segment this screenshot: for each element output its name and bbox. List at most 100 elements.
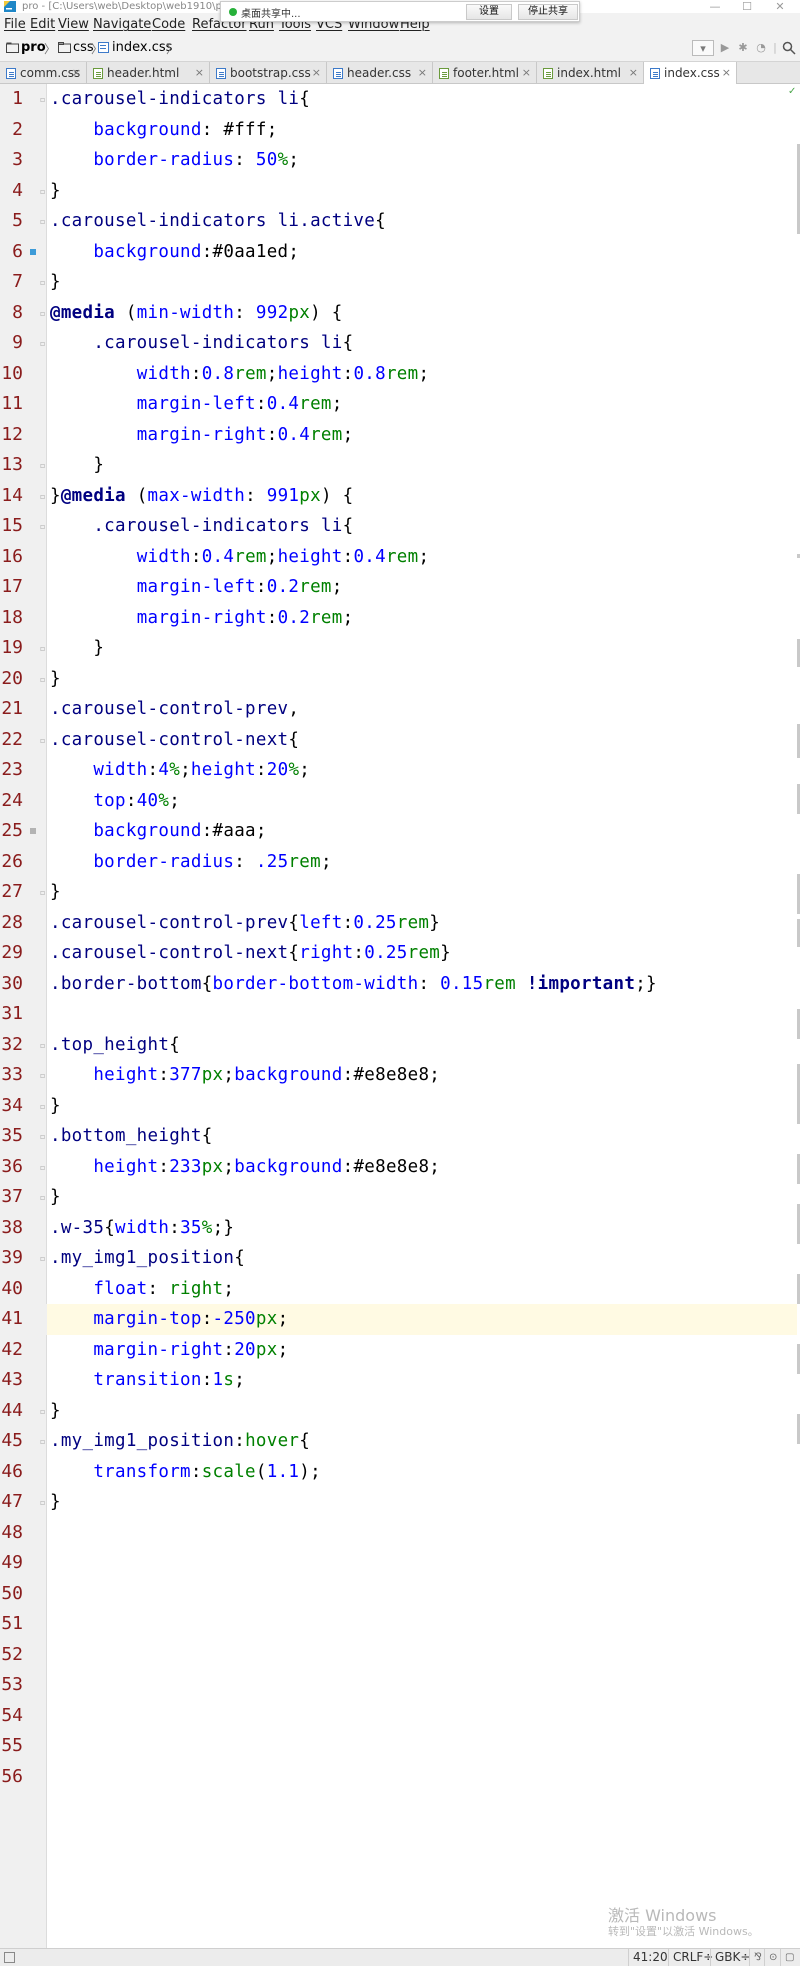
file-encoding-indicator[interactable]: GBK÷ (710, 1949, 750, 1966)
fold-marker-icon[interactable]: ▫ (40, 1102, 45, 1111)
line-number-cell[interactable]: 55 (0, 1731, 47, 1762)
code-line[interactable]: 33 ▫ height:377px;background:#e8e8e8; (0, 1060, 797, 1091)
line-number-cell[interactable]: 19 ▫ (0, 633, 47, 664)
menu-view[interactable]: View (58, 17, 89, 33)
code-line[interactable]: 32 ▫ .top_height{ (0, 1030, 797, 1061)
code-line[interactable]: 14 ▫}@media (max-width: 991px) { (0, 481, 797, 512)
code-line[interactable]: 22 ▫ .carousel-control-next{ (0, 725, 797, 756)
line-number-cell[interactable]: 14 ▫ (0, 481, 47, 512)
code-line[interactable]: 3 border-radius: 50%; (0, 145, 797, 176)
line-number-cell[interactable]: 25 (0, 816, 47, 847)
code-line[interactable]: 48 (0, 1518, 797, 1549)
gutter-marker-icon[interactable] (30, 248, 36, 255)
code-line[interactable]: 50 (0, 1579, 797, 1610)
code-line[interactable]: 45 ▫ .my_img1_position:hover{ (0, 1426, 797, 1457)
line-number-cell[interactable]: 38 (0, 1213, 47, 1244)
code-line[interactable]: 6 background:#0aa1ed; (0, 237, 797, 268)
code-line[interactable]: 4 ▫} (0, 176, 797, 207)
readonly-lock-icon[interactable]: ⅋ (749, 1949, 762, 1966)
code-line[interactable]: 19 ▫ } (0, 633, 797, 664)
share-settings-button[interactable]: 设置 (466, 4, 512, 20)
tab-close-icon[interactable]: × (522, 62, 531, 84)
fold-marker-icon[interactable]: ▫ (40, 1163, 45, 1172)
line-number-cell[interactable]: 34 ▫ (0, 1091, 47, 1122)
line-separator-indicator[interactable]: CRLF÷ (668, 1949, 713, 1966)
code-line[interactable]: 52 (0, 1640, 797, 1671)
fold-marker-icon[interactable]: ▫ (40, 736, 45, 745)
code-line[interactable]: 15 ▫ .carousel-indicators li{ (0, 511, 797, 542)
code-line[interactable]: 8 ▫ @media (min-width: 992px) { (0, 298, 797, 329)
line-number-cell[interactable]: 6 (0, 237, 47, 268)
code-editor[interactable]: 1 ▫ .carousel-indicators li{2 background: … (0, 84, 800, 1948)
line-number-cell[interactable]: 13 ▫ (0, 450, 47, 481)
code-line[interactable]: 26 border-radius: .25rem; (0, 847, 797, 878)
code-line[interactable]: 27 ▫} (0, 877, 797, 908)
code-line[interactable]: 13 ▫ } (0, 450, 797, 481)
code-line[interactable]: 12 margin-right:0.4rem; (0, 420, 797, 451)
breadcrumb-file[interactable]: index.css (112, 40, 172, 56)
line-number-cell[interactable]: 15 ▫ (0, 511, 47, 542)
run-config-dropdown[interactable]: ▾ (692, 40, 714, 56)
code-line[interactable]: 51 (0, 1609, 797, 1640)
fold-marker-icon[interactable]: ▫ (40, 645, 45, 653)
code-line[interactable]: 55 (0, 1731, 797, 1762)
fold-marker-icon[interactable]: ▫ (40, 1041, 45, 1050)
line-number-cell[interactable]: 40 (0, 1274, 47, 1305)
inspector-icon[interactable]: ⊙ (764, 1949, 777, 1966)
menu-navigate[interactable]: Navigate (93, 17, 151, 33)
menu-file[interactable]: File (4, 17, 26, 33)
line-number-cell[interactable]: 11 (0, 389, 47, 420)
line-number-cell[interactable]: 44 ▫ (0, 1396, 47, 1427)
code-line[interactable]: 54 (0, 1701, 797, 1732)
line-number-cell[interactable]: 54 (0, 1701, 47, 1732)
close-window-button[interactable]: ✕ (765, 0, 795, 13)
event-log-icon[interactable]: ▢ (780, 1949, 794, 1966)
fold-marker-icon[interactable]: ▫ (40, 218, 45, 226)
fold-marker-icon[interactable]: ▫ (40, 1255, 45, 1263)
line-number-cell[interactable]: 39 ▫ (0, 1243, 47, 1274)
code-line[interactable]: 44 ▫} (0, 1396, 797, 1427)
code-line[interactable]: 25 background:#aaa; (0, 816, 797, 847)
line-number-cell[interactable]: 16 (0, 542, 47, 573)
tab-close-icon[interactable]: × (312, 62, 321, 84)
line-number-cell[interactable]: 30 (0, 969, 47, 1000)
fold-marker-icon[interactable]: ▫ (40, 309, 45, 318)
fold-marker-icon[interactable]: ▫ (40, 340, 45, 348)
line-number-cell[interactable]: 17 (0, 572, 47, 603)
line-number-cell[interactable]: 9 ▫ (0, 328, 47, 359)
stop-sharing-button[interactable]: 停止共享 (518, 4, 578, 20)
line-number-cell[interactable]: 51 (0, 1609, 47, 1640)
line-number-cell[interactable]: 24 (0, 786, 47, 817)
code-line[interactable]: 18 margin-right:0.2rem; (0, 603, 797, 634)
tab-footer-html[interactable]: footer.html × (433, 62, 537, 84)
line-number-cell[interactable]: 18 (0, 603, 47, 634)
fold-marker-icon[interactable]: ▫ (40, 279, 45, 287)
tool-windows-icon[interactable] (4, 1952, 15, 1963)
line-number-cell[interactable]: 8 ▫ (0, 298, 47, 329)
tab-close-icon[interactable]: × (195, 62, 204, 84)
code-line[interactable]: 39 ▫ .my_img1_position{ (0, 1243, 797, 1274)
line-number-cell[interactable]: 53 (0, 1670, 47, 1701)
code-line[interactable]: 35 ▫ .bottom_height{ (0, 1121, 797, 1152)
line-number-cell[interactable]: 3 (0, 145, 47, 176)
menu-code[interactable]: Code (152, 17, 185, 33)
line-number-cell[interactable]: 22 ▫ (0, 725, 47, 756)
line-number-cell[interactable]: 56 (0, 1762, 47, 1793)
line-number-cell[interactable]: 28 (0, 908, 47, 939)
fold-marker-icon[interactable]: ▫ (40, 492, 45, 501)
fold-marker-icon[interactable]: ▫ (40, 1438, 45, 1446)
code-line[interactable]: 47 ▫} (0, 1487, 797, 1518)
code-line[interactable]: 36 ▫ height:233px;background:#e8e8e8; (0, 1152, 797, 1183)
code-line[interactable]: 16 width:0.4rem;height:0.4rem; (0, 542, 797, 573)
line-number-cell[interactable]: 45 ▫ (0, 1426, 47, 1457)
fold-marker-icon[interactable]: ▫ (40, 1194, 45, 1202)
code-line[interactable]: 43 transition:1s; (0, 1365, 797, 1396)
line-number-cell[interactable]: 33 ▫ (0, 1060, 47, 1091)
tab-close-icon[interactable]: × (418, 62, 427, 84)
line-number-cell[interactable]: 5 ▫ (0, 206, 47, 237)
code-line[interactable]: 56 (0, 1762, 797, 1793)
fold-marker-icon[interactable]: ▫ (40, 96, 45, 104)
code-line[interactable]: 28 .carousel-control-prev{left:0.25rem} (0, 908, 797, 939)
line-number-cell[interactable]: 7 ▫ (0, 267, 47, 298)
code-line[interactable]: 7 ▫} (0, 267, 797, 298)
